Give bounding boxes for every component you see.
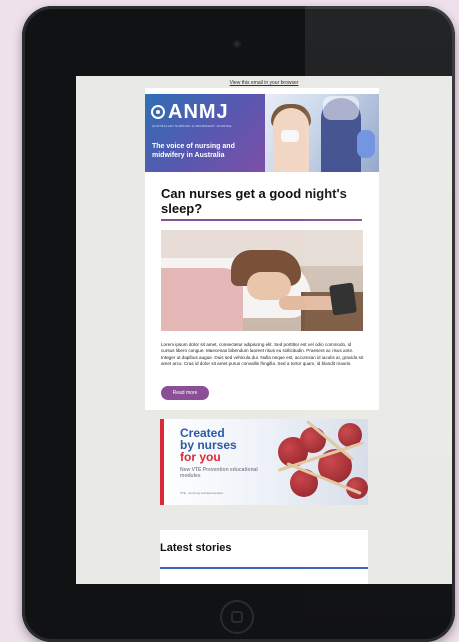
glove bbox=[357, 130, 375, 158]
anmj-logo-icon bbox=[151, 105, 165, 119]
banner-photo bbox=[265, 94, 379, 172]
banner-tagline: The voice of nursing and midwifery in Au… bbox=[152, 143, 235, 159]
logo: ANMJ bbox=[151, 102, 229, 122]
ad-accent-bar bbox=[160, 419, 164, 505]
logo-subtitle: AUSTRALIAN NURSING & MIDWIFERY JOURNAL bbox=[152, 124, 233, 128]
ad-subtitle: New VTE Prevention educational modules bbox=[180, 467, 258, 479]
headline-divider bbox=[161, 219, 362, 221]
view-in-browser-link[interactable]: View this email in your browser bbox=[76, 80, 452, 86]
face-visor bbox=[323, 96, 359, 120]
photo-phone bbox=[329, 282, 357, 316]
read-more-button[interactable]: Read more bbox=[161, 386, 209, 400]
blood-cell-icon bbox=[300, 427, 326, 453]
banner-brand-panel: ANMJ AUSTRALIAN NURSING & MIDWIFERY JOUR… bbox=[145, 94, 265, 172]
ad-footer: VTE - anmf.org.au/vteprevention bbox=[180, 491, 224, 495]
anmj-banner[interactable]: ANMJ AUSTRALIAN NURSING & MIDWIFERY JOUR… bbox=[145, 94, 379, 172]
logo-text: ANMJ bbox=[168, 101, 229, 123]
latest-stories-section: Latest stories bbox=[160, 530, 368, 584]
face-mask bbox=[281, 130, 299, 142]
vte-ad-banner[interactable]: Created by nurses for you New VTE Preven… bbox=[160, 419, 368, 505]
camera-icon bbox=[233, 40, 241, 48]
tablet-frame: View this email in your browser ANMJ AUS… bbox=[22, 6, 455, 642]
article-body: Lorem ipsum dolor sit amet, consectetur … bbox=[161, 342, 364, 366]
home-square-icon bbox=[231, 611, 243, 623]
home-button-icon[interactable] bbox=[220, 600, 254, 634]
latest-stories-title: Latest stories bbox=[160, 542, 232, 554]
latest-stories-rule bbox=[160, 567, 368, 569]
email-screen: View this email in your browser ANMJ AUS… bbox=[76, 76, 452, 584]
article-headline[interactable]: Can nurses get a good night's sleep? bbox=[161, 186, 361, 216]
article-photo[interactable] bbox=[161, 230, 363, 331]
article-card: ANMJ AUSTRALIAN NURSING & MIDWIFERY JOUR… bbox=[145, 88, 379, 410]
